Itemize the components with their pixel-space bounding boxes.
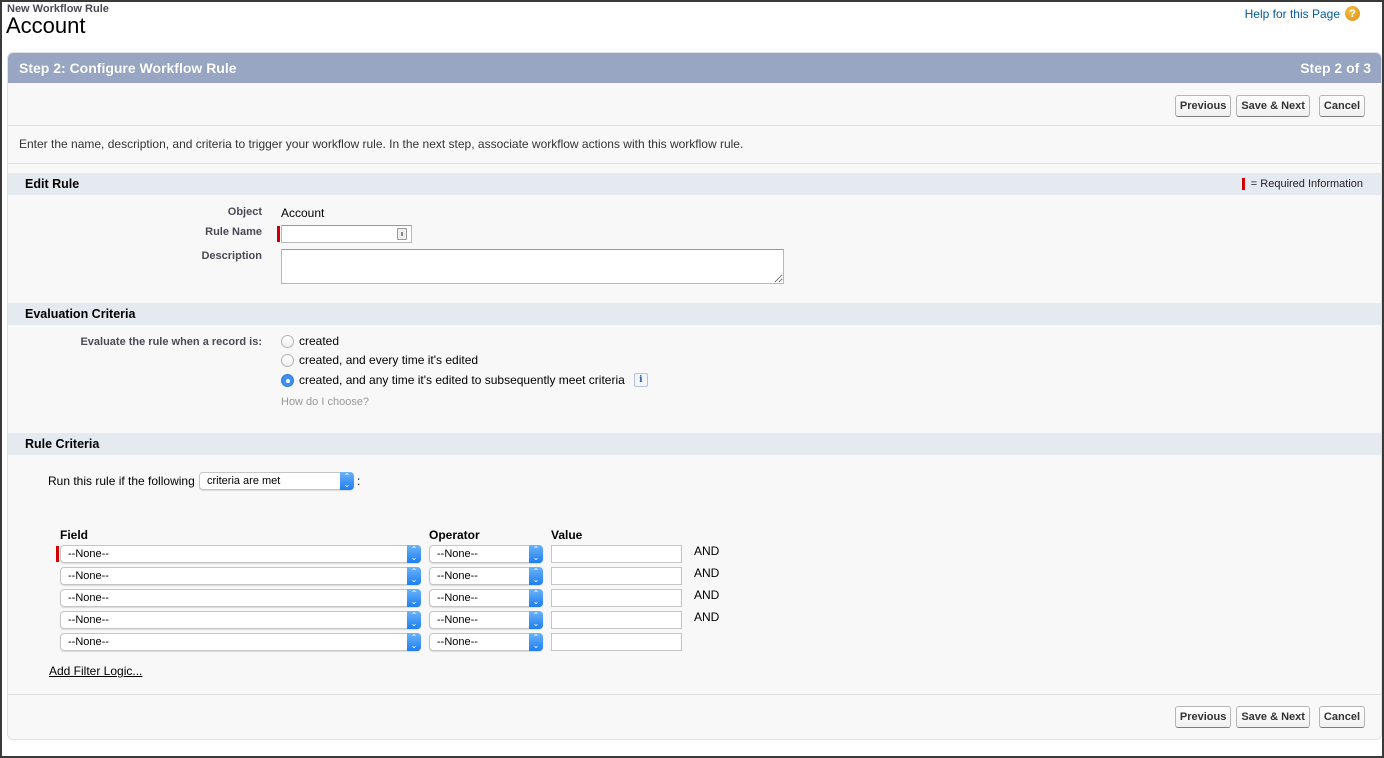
radio-label: created, and every time it's edited	[299, 353, 479, 367]
rule-criteria-section-header: Rule Criteria	[8, 433, 1381, 455]
operator-select-value: --None--	[437, 570, 478, 582]
divider	[8, 694, 1381, 695]
field-select[interactable]: --None-- ⌃ ⌄	[60, 567, 421, 585]
page-title: Account	[6, 13, 86, 38]
required-marker-icon	[56, 546, 59, 562]
bottom-button-row: Previous Save & Next Cancel	[1174, 706, 1365, 728]
select-arrows-icon: ⌃ ⌄	[407, 633, 421, 651]
help-icon: ?	[1345, 6, 1360, 21]
select-arrows-icon: ⌃ ⌄	[529, 589, 543, 607]
operator-select[interactable]: --None-- ⌃ ⌄	[429, 545, 543, 563]
cancel-button[interactable]: Cancel	[1318, 95, 1365, 117]
previous-button[interactable]: Previous	[1174, 95, 1232, 117]
evaluation-criteria-title: Evaluation Criteria	[25, 307, 136, 321]
radio-option-created[interactable]: created	[281, 334, 339, 348]
top-button-row: Previous Save & Next Cancel	[1174, 95, 1365, 117]
operator-select-value: --None--	[437, 592, 478, 604]
cancel-button[interactable]: Cancel	[1318, 706, 1365, 728]
radio-button[interactable]	[281, 353, 294, 367]
run-rule-text: Run this rule if the following	[48, 474, 195, 488]
rule-name-label: Rule Name	[205, 226, 262, 238]
step-header: Step 2: Configure Workflow Rule Step 2 o…	[8, 53, 1381, 83]
field-select[interactable]: --None-- ⌃ ⌄	[60, 545, 421, 563]
conjunction-label: AND	[694, 588, 720, 602]
edit-rule-title: Edit Rule	[25, 177, 80, 191]
select-arrows-icon: ⌃ ⌄	[407, 545, 421, 563]
field-select-value: --None--	[68, 592, 109, 604]
how-do-i-choose-link[interactable]: How do I choose?	[281, 396, 369, 408]
add-filter-logic-link[interactable]: Add Filter Logic...	[49, 664, 142, 678]
operator-select-value: --None--	[437, 636, 478, 648]
select-arrows-icon: ⌃ ⌄	[340, 472, 354, 490]
select-arrows-icon: ⌃ ⌄	[407, 567, 421, 585]
field-select-value: --None--	[68, 548, 109, 560]
step-indicator: Step 2 of 3	[1300, 60, 1371, 76]
select-arrows-icon: ⌃ ⌄	[407, 611, 421, 629]
radio-option-created-every-edit[interactable]: created, and every time it's edited	[281, 353, 478, 367]
page-frame: New Workflow Rule Account Help for this …	[2, 2, 1382, 756]
required-marker-icon	[277, 226, 280, 242]
help-link[interactable]: Help for this Page ?	[1245, 6, 1360, 21]
conjunction-label: AND	[694, 544, 720, 558]
rule-criteria-title: Rule Criteria	[25, 437, 100, 451]
conjunction-label: AND	[694, 566, 720, 580]
help-link-label: Help for this Page	[1244, 6, 1340, 21]
radio-button-selected[interactable]	[281, 373, 294, 387]
value-column-header: Value	[551, 528, 583, 542]
field-select-value: --None--	[68, 614, 109, 626]
criteria-mode-value: criteria are met	[207, 475, 281, 487]
divider	[8, 125, 1381, 126]
autofill-icon	[397, 228, 407, 240]
edit-rule-section-header: Edit Rule = Required Information	[8, 173, 1381, 195]
operator-column-header: Operator	[429, 528, 480, 542]
field-select-value: --None--	[68, 570, 109, 582]
required-legend: = Required Information	[1241, 178, 1363, 190]
save-next-button[interactable]: Save & Next	[1236, 706, 1310, 728]
radio-label: created, and any time it's edited to sub…	[299, 373, 625, 387]
field-select[interactable]: --None-- ⌃ ⌄	[60, 611, 421, 629]
operator-select[interactable]: --None-- ⌃ ⌄	[429, 611, 543, 629]
operator-select[interactable]: --None-- ⌃ ⌄	[429, 633, 543, 651]
criteria-mode-select[interactable]: criteria are met ⌃ ⌄	[199, 472, 354, 490]
field-column-header: Field	[60, 528, 89, 542]
conjunction-label: AND	[694, 610, 720, 624]
required-marker-icon	[1241, 178, 1245, 190]
select-arrows-icon: ⌃ ⌄	[529, 567, 543, 585]
operator-select[interactable]: --None-- ⌃ ⌄	[429, 567, 543, 585]
value-input[interactable]	[551, 633, 682, 651]
value-input[interactable]	[551, 567, 682, 585]
description-label: Description	[201, 250, 262, 262]
save-next-button[interactable]: Save & Next	[1236, 95, 1310, 117]
field-select[interactable]: --None-- ⌃ ⌄	[60, 633, 421, 651]
radio-option-created-meet-criteria[interactable]: created, and any time it's edited to sub…	[281, 373, 648, 387]
step-title: Step 2: Configure Workflow Rule	[19, 60, 237, 76]
select-arrows-icon: ⌃ ⌄	[407, 589, 421, 607]
select-arrows-icon: ⌃ ⌄	[529, 545, 543, 563]
colon-text: :	[357, 474, 361, 488]
operator-select-value: --None--	[437, 614, 478, 626]
object-label: Object	[227, 206, 262, 218]
previous-button[interactable]: Previous	[1174, 706, 1232, 728]
radio-button[interactable]	[281, 334, 294, 348]
select-arrows-icon: ⌃ ⌄	[529, 633, 543, 651]
rule-name-input[interactable]	[281, 225, 412, 243]
value-input[interactable]	[551, 545, 682, 563]
field-select-value: --None--	[68, 636, 109, 648]
value-input[interactable]	[551, 589, 682, 607]
object-value: Account	[281, 206, 325, 220]
field-select[interactable]: --None-- ⌃ ⌄	[60, 589, 421, 607]
evaluate-label: Evaluate the rule when a record is:	[80, 336, 262, 348]
operator-select-value: --None--	[437, 548, 478, 560]
divider	[8, 163, 1381, 164]
radio-label: created	[299, 334, 340, 348]
evaluation-criteria-section-header: Evaluation Criteria	[8, 303, 1381, 325]
info-icon[interactable]: i	[633, 373, 648, 387]
operator-select[interactable]: --None-- ⌃ ⌄	[429, 589, 543, 607]
description-textarea[interactable]	[281, 249, 784, 284]
required-legend-text: = Required Information	[1250, 178, 1363, 190]
value-input[interactable]	[551, 611, 682, 629]
wizard-panel: Step 2: Configure Workflow Rule Step 2 o…	[7, 52, 1382, 740]
select-arrows-icon: ⌃ ⌄	[529, 611, 543, 629]
intro-text: Enter the name, description, and criteri…	[19, 137, 744, 151]
